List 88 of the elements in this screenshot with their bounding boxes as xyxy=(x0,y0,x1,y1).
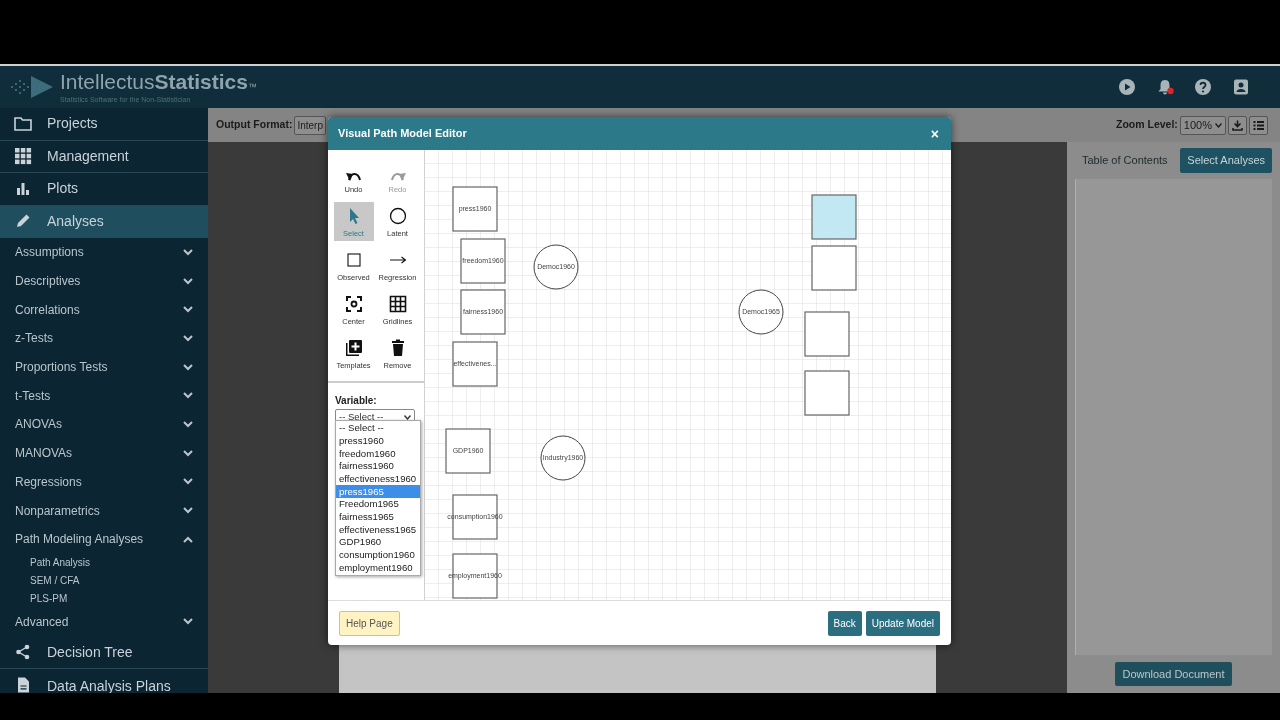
list-button[interactable] xyxy=(1249,115,1268,135)
observed-variable[interactable] xyxy=(811,245,857,291)
sidebar-item[interactable]: Projects xyxy=(0,108,208,141)
dropdown-option[interactable]: fairness1965 xyxy=(336,510,420,524)
grid-icon xyxy=(388,294,407,313)
menu-category[interactable]: Proportions Tests xyxy=(15,358,108,377)
square-icon xyxy=(344,250,363,269)
menu-category[interactable]: Assumptions xyxy=(15,243,84,262)
observed-variable[interactable] xyxy=(804,370,850,416)
panel-tab[interactable]: Select Analyses xyxy=(1180,148,1272,173)
menu-category[interactable]: Advanced xyxy=(15,612,69,631)
observed-variable[interactable] xyxy=(460,238,506,284)
add-stack-icon xyxy=(344,338,363,357)
dropdown-option[interactable]: press1960 xyxy=(336,434,420,448)
menu-category[interactable]: z-Tests xyxy=(15,329,53,348)
observed-variable[interactable] xyxy=(452,341,498,387)
menu-category[interactable]: ANOVAs xyxy=(15,415,63,434)
menu-category[interactable]: MANOVAs xyxy=(15,444,73,463)
sidebar-item[interactable]: Management xyxy=(0,140,208,173)
circle-icon xyxy=(388,206,407,225)
submenu-item[interactable]: PLS-PM xyxy=(30,591,68,607)
output-format-select[interactable]: Interp xyxy=(294,115,326,135)
observed-variable[interactable] xyxy=(804,311,850,357)
chevron-down-icon[interactable] xyxy=(183,618,193,626)
latent-variable[interactable] xyxy=(738,289,784,335)
chevron-down-icon[interactable] xyxy=(183,334,193,342)
dropdown-option[interactable]: freedom1960 xyxy=(336,447,420,461)
panel-tab[interactable]: Table of Contents xyxy=(1075,148,1175,173)
menu-category[interactable]: t-Tests xyxy=(15,386,51,405)
menu-category[interactable]: Path Modeling Analyses xyxy=(15,530,144,549)
trademark: ™ xyxy=(247,81,257,95)
chevron-down-icon[interactable] xyxy=(183,449,193,457)
download-button[interactable] xyxy=(1228,115,1247,135)
observed-variable[interactable] xyxy=(460,289,506,335)
dropdown-option[interactable]: consumption1960 xyxy=(336,548,420,562)
chevron-down-icon[interactable] xyxy=(183,420,193,428)
share-icon xyxy=(14,643,32,661)
menu-category[interactable]: Correlations xyxy=(15,300,80,319)
latent-variable[interactable] xyxy=(533,244,579,290)
dropdown-option[interactable]: effectiveness1960 xyxy=(336,472,420,486)
caret-icon xyxy=(1215,122,1222,128)
focus-icon xyxy=(344,294,363,313)
dialog-title: Visual Path Model Editor xyxy=(338,126,467,142)
grid-icon xyxy=(14,147,32,166)
undo-icon xyxy=(344,171,363,181)
variable-label: Variable: xyxy=(335,394,378,408)
dropdown-option[interactable]: GDP1960 xyxy=(336,536,420,549)
zoom-select[interactable]: 100% xyxy=(1179,115,1226,135)
close-button[interactable]: × xyxy=(928,126,941,141)
dropdown-option[interactable]: -- Select -- xyxy=(336,422,420,435)
observed-variable[interactable] xyxy=(445,428,491,474)
bell-icon[interactable] xyxy=(1156,78,1174,96)
chevron-up-icon[interactable] xyxy=(183,535,193,543)
download-icon xyxy=(1232,119,1243,131)
menu-category[interactable]: Nonparametrics xyxy=(15,501,100,520)
download-document-button[interactable]: Download Document xyxy=(1115,661,1232,687)
chevron-down-icon[interactable] xyxy=(183,478,193,486)
back-button[interactable]: Back xyxy=(827,610,862,636)
folder-icon xyxy=(14,114,32,133)
play-icon[interactable] xyxy=(1118,78,1136,96)
list-icon xyxy=(1253,119,1264,131)
observed-variable[interactable] xyxy=(452,186,498,232)
chevron-down-icon[interactable] xyxy=(183,507,193,515)
chevron-down-icon[interactable] xyxy=(183,277,193,285)
menu-category[interactable]: Regressions xyxy=(15,472,82,491)
logo-icon xyxy=(8,73,54,101)
caret-icon xyxy=(404,414,411,420)
chevron-down-icon[interactable] xyxy=(183,363,193,371)
dropdown-option[interactable]: employment1960 xyxy=(336,561,420,575)
help-icon[interactable] xyxy=(1194,78,1212,96)
submenu-item[interactable]: SEM / CFA xyxy=(30,573,80,589)
contact-icon[interactable] xyxy=(1232,78,1250,96)
latent-variable[interactable] xyxy=(540,435,586,481)
output-format-label: Output Format: xyxy=(216,117,293,133)
redo-icon xyxy=(388,171,407,181)
help-page-button[interactable]: Help Page xyxy=(339,610,400,636)
chevron-down-icon[interactable] xyxy=(183,392,193,400)
menu-category[interactable]: Descriptives xyxy=(15,272,81,291)
dropdown-option[interactable]: effectiveness1965 xyxy=(336,523,420,537)
chevron-down-icon[interactable] xyxy=(183,306,193,314)
dropdown-option[interactable]: fairness1960 xyxy=(336,460,420,473)
zoom-level-label: Zoom Level: xyxy=(1116,117,1178,133)
chevron-down-icon[interactable] xyxy=(183,248,193,256)
sidebar-item[interactable]: Analyses xyxy=(0,205,208,238)
submenu-item[interactable]: Path Analysis xyxy=(30,555,91,571)
dropdown-option[interactable]: Freedom1965 xyxy=(336,498,420,511)
brand-name: IntellectusStatistics xyxy=(60,71,248,95)
update-model-button[interactable]: Update Model xyxy=(865,610,940,636)
